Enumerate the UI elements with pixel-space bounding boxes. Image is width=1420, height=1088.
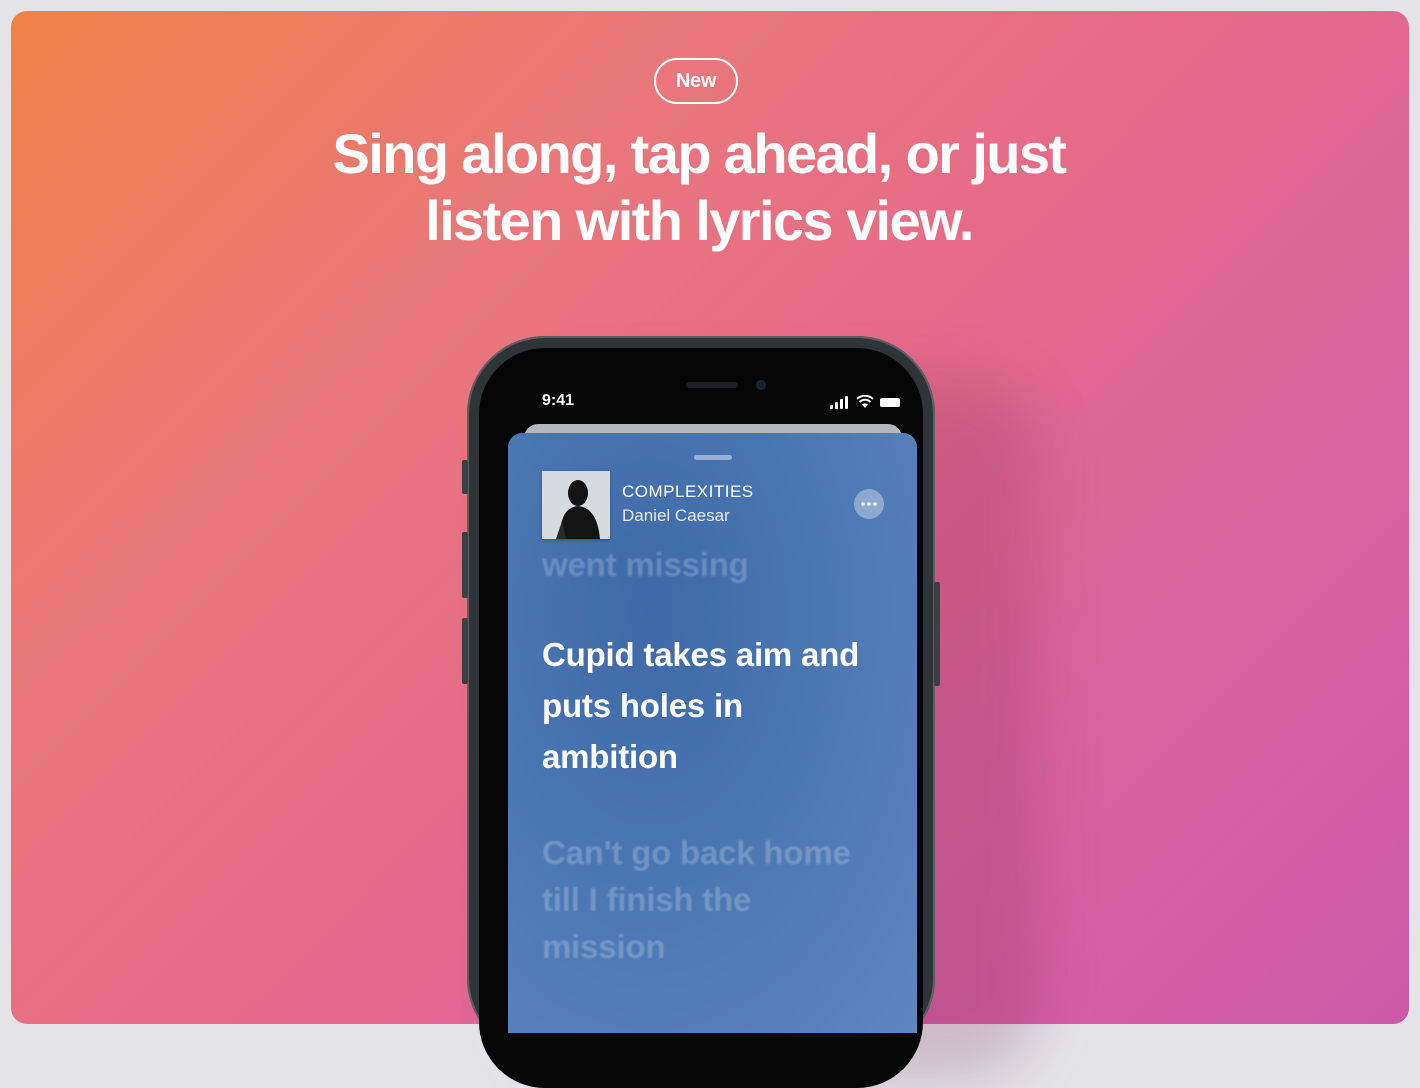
lyric-line-current[interactable]: Cupid takes aim and puts holes in ambiti… bbox=[542, 629, 882, 782]
wifi-icon bbox=[856, 395, 874, 408]
volume-down-button bbox=[462, 618, 468, 684]
headline-line-2: listen with lyrics view. bbox=[425, 189, 974, 252]
more-options-button[interactable] bbox=[854, 489, 884, 519]
battery-icon bbox=[880, 398, 900, 407]
front-camera-icon bbox=[756, 380, 766, 390]
song-title: COMPLEXITIES bbox=[622, 482, 754, 501]
ellipsis-icon bbox=[861, 502, 877, 506]
headline-line-1: Sing along, tap ahead, or just bbox=[332, 122, 1068, 185]
headline: Sing along, tap ahead, or just listen wi… bbox=[200, 120, 1198, 254]
side-button bbox=[934, 582, 940, 686]
volume-up-button bbox=[462, 532, 468, 598]
lyric-line-previous[interactable]: went missing bbox=[542, 539, 749, 590]
new-badge: New bbox=[654, 58, 738, 104]
lyrics-view: COMPLEXITIES Daniel Caesar went missing … bbox=[508, 433, 917, 1033]
album-artwork-silhouette bbox=[542, 471, 610, 539]
sheet-grabber[interactable] bbox=[694, 455, 732, 460]
status-bar-icons bbox=[830, 395, 906, 409]
earpiece-speaker bbox=[686, 382, 738, 388]
status-bar-time: 9:41 bbox=[542, 392, 575, 409]
album-artwork[interactable] bbox=[542, 471, 610, 539]
song-artist: Daniel Caesar bbox=[622, 506, 730, 525]
lyric-line-next[interactable]: Can't go back home till I finish the mis… bbox=[542, 829, 882, 970]
action-button bbox=[462, 460, 468, 494]
